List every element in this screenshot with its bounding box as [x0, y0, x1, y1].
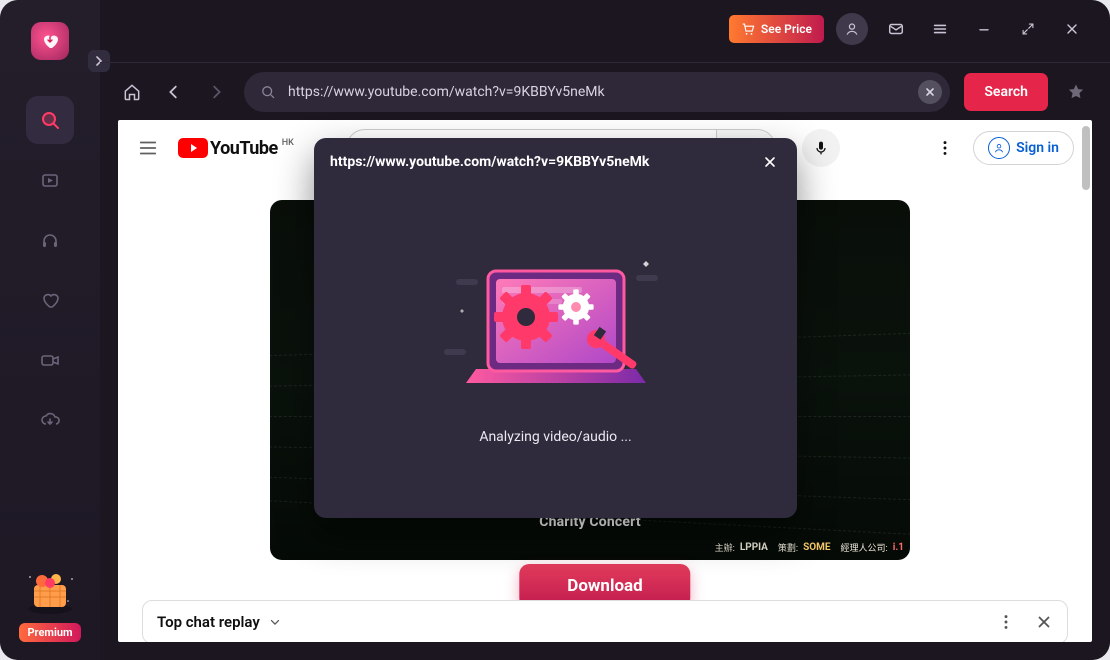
window-topbar: See Price: [100, 0, 1110, 58]
heart-download-icon: [40, 31, 60, 51]
account-button[interactable]: [836, 13, 868, 45]
sidebar-item-recorder[interactable]: [26, 336, 74, 384]
close-window-button[interactable]: [1056, 13, 1088, 45]
microphone-icon: [813, 140, 829, 156]
star-icon: [1066, 82, 1086, 102]
youtube-logo-mark: [178, 138, 208, 158]
address-bar-row: Search: [100, 62, 1110, 120]
chat-replay-bar[interactable]: Top chat replay: [142, 600, 1068, 642]
analyzing-illustration-icon: [426, 239, 686, 399]
video-sponsor-logos: 主辦:LPPIA 策劃:SOME 經理人公司:i.1: [715, 541, 904, 554]
maximize-icon: [1021, 22, 1035, 36]
modal-body: Analyzing video/audio ...: [314, 186, 797, 518]
hamburger-icon: [931, 20, 949, 38]
menu-button[interactable]: [924, 13, 956, 45]
more-vertical-icon[interactable]: [997, 613, 1015, 631]
forward-button[interactable]: [202, 78, 230, 106]
search-button-label: Search: [984, 84, 1028, 100]
sidebar: Premium: [0, 0, 100, 660]
maximize-button[interactable]: [1012, 13, 1044, 45]
headphones-icon: [40, 230, 60, 250]
youtube-region: HK: [282, 138, 294, 148]
heart-icon: [40, 290, 60, 310]
youtube-logo[interactable]: YouTube HK: [178, 138, 294, 159]
modal-status-text: Analyzing video/audio ...: [479, 429, 631, 445]
youtube-menu-button[interactable]: [136, 136, 160, 160]
chevron-left-icon: [165, 83, 183, 101]
cloud-download-icon: [40, 410, 60, 430]
cart-icon: [741, 22, 755, 36]
sidebar-item-cloud[interactable]: [26, 396, 74, 444]
play-icon: [188, 143, 198, 153]
home-icon: [122, 82, 142, 102]
modal-header: https://www.youtube.com/watch?v=9KBBYv5n…: [314, 138, 797, 186]
minimize-icon: [976, 21, 992, 37]
chevron-down-icon: [266, 613, 284, 631]
close-icon: [762, 154, 778, 170]
modal-title: https://www.youtube.com/watch?v=9KBBYv5n…: [330, 154, 649, 170]
sidebar-item-library[interactable]: [26, 156, 74, 204]
see-price-label: See Price: [761, 22, 812, 36]
search-icon: [260, 84, 276, 100]
youtube-more-button[interactable]: [931, 134, 959, 162]
sidebar-item-favorites[interactable]: [26, 276, 74, 324]
more-vertical-icon: [936, 139, 954, 157]
search-button[interactable]: Search: [964, 73, 1048, 111]
youtube-voice-search[interactable]: [802, 129, 840, 167]
close-icon: [1064, 21, 1080, 37]
x-icon: [925, 87, 935, 97]
see-price-button[interactable]: See Price: [729, 15, 824, 43]
video-library-icon: [40, 170, 60, 190]
minimize-button[interactable]: [968, 13, 1000, 45]
address-bar: [244, 72, 950, 112]
modal-close-button[interactable]: [759, 151, 781, 173]
premium-badge[interactable]: Premium: [19, 623, 80, 642]
app-logo[interactable]: [31, 22, 69, 60]
close-icon[interactable]: [1035, 613, 1053, 631]
youtube-signin-label: Sign in: [1016, 140, 1059, 156]
analyze-modal: https://www.youtube.com/watch?v=9KBBYv5n…: [314, 138, 797, 518]
mail-icon: [887, 20, 905, 38]
user-circle-icon: [988, 137, 1010, 159]
app-window: Premium See Price: [0, 0, 1110, 660]
chevron-right-icon: [207, 83, 225, 101]
bookmark-button[interactable]: [1062, 78, 1090, 106]
search-icon: [40, 110, 60, 130]
scrollbar[interactable]: [1082, 126, 1090, 190]
youtube-logo-text: YouTube: [210, 138, 278, 159]
sidebar-item-search[interactable]: [26, 96, 74, 144]
record-video-icon: [40, 350, 60, 370]
youtube-signin-button[interactable]: Sign in: [973, 131, 1074, 165]
download-button-label: Download: [567, 576, 642, 596]
hamburger-icon: [137, 137, 159, 159]
clear-url-button[interactable]: [918, 80, 942, 104]
url-input[interactable]: [286, 83, 908, 101]
premium-basket-icon: [22, 569, 78, 615]
home-button[interactable]: [118, 78, 146, 106]
chat-replay-label: Top chat replay: [157, 613, 260, 631]
user-icon: [844, 21, 860, 37]
back-button[interactable]: [160, 78, 188, 106]
sidebar-item-music[interactable]: [26, 216, 74, 264]
feedback-button[interactable]: [880, 13, 912, 45]
